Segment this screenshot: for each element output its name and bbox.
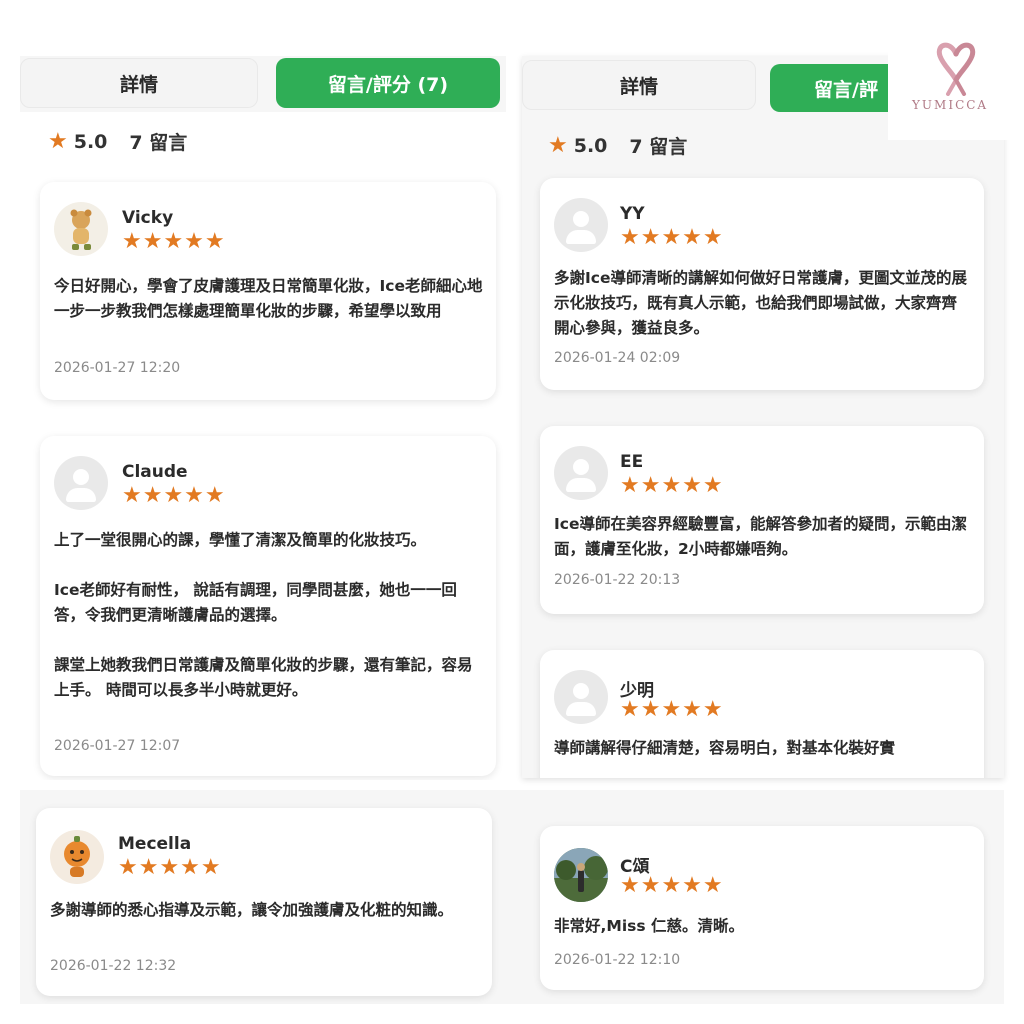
logo-text: YUMICCA bbox=[912, 98, 989, 112]
star-rating: ★★★★★ bbox=[620, 697, 724, 722]
brand-logo: YUMICCA bbox=[888, 32, 1024, 140]
review-date: 2026-01-27 12:07 bbox=[54, 738, 181, 754]
rating-value: 5.0 bbox=[573, 134, 608, 157]
review-date: 2026-01-24 02:09 bbox=[554, 350, 681, 366]
reviewer-name: Vicky bbox=[122, 208, 174, 228]
review-text: Ice導師在美容界經驗豐富，能解答參加者的疑問，示範由潔面，護膚至化妝，2小時都… bbox=[554, 515, 967, 558]
review-date: 2026-01-22 12:32 bbox=[50, 958, 177, 974]
avatar bbox=[50, 830, 104, 884]
reviewer-name: Mecella bbox=[118, 834, 192, 854]
avatar bbox=[554, 670, 608, 724]
star-icon: ★ bbox=[48, 129, 68, 154]
review-date: 2026-01-22 20:13 bbox=[554, 572, 681, 588]
avatar bbox=[554, 198, 608, 252]
tab-bar: 詳情 留言/評分 (7) bbox=[20, 56, 506, 110]
reviewer-name: Claude bbox=[122, 462, 188, 482]
review-date: 2026-01-22 12:10 bbox=[554, 952, 681, 968]
right-review-panel: 詳情 留言/評 ★ 5.0 7 留言 YY ★★★★★ 多謝Ice導師清晰的講解… bbox=[522, 56, 1004, 778]
avatar bbox=[54, 456, 108, 510]
review-card: C頌 ★★★★★ 非常好,Miss 仁慈。清晰。 2026-01-22 12:1… bbox=[540, 826, 984, 990]
avatar bbox=[554, 848, 608, 902]
review-card: Vicky ★★★★★ 今日好開心，學會了皮膚護理及日常簡單化妝，Ice老師細心… bbox=[40, 182, 496, 400]
review-text: 上了一堂很開心的課，學懂了清潔及簡單的化妝技巧。 Ice老師好有耐性， 說話有調… bbox=[54, 531, 473, 699]
rating-summary: ★ 5.0 7 留言 bbox=[48, 128, 187, 155]
star-rating: ★★★★★ bbox=[620, 873, 724, 898]
review-date: 2026-01-27 12:20 bbox=[54, 360, 181, 376]
reviewer-name: YY bbox=[620, 204, 645, 224]
review-text: 非常好,Miss 仁慈。清晰。 bbox=[554, 917, 744, 935]
nature-photo-icon bbox=[554, 848, 608, 902]
star-rating: ★★★★★ bbox=[122, 229, 226, 254]
bear-figure-icon bbox=[70, 209, 92, 250]
avatar bbox=[554, 446, 608, 500]
avatar bbox=[54, 202, 108, 256]
heart-ribbon-icon bbox=[936, 42, 976, 96]
orange-figure-icon bbox=[64, 836, 90, 877]
review-text: 多謝導師的悉心指導及示範，讓令加強護膚及化粧的知識。 bbox=[50, 901, 454, 919]
review-card: Claude ★★★★★ 上了一堂很開心的課，學懂了清潔及簡單的化妝技巧。 Ic… bbox=[40, 436, 496, 776]
review-card: Mecella ★★★★★ 多謝導師的悉心指導及示範，讓令加強護膚及化粧的知識。… bbox=[36, 808, 492, 996]
review-text: 多謝Ice導師清晰的講解如何做好日常護膚，更圖文並茂的展示化妝技巧，既有真人示範… bbox=[554, 269, 967, 337]
review-count: 7 留言 bbox=[129, 132, 188, 154]
star-rating: ★★★★★ bbox=[620, 473, 724, 498]
rating-summary: ★ 5.0 7 留言 bbox=[548, 132, 687, 159]
review-card: 少明 ★★★★★ 導師講解得仔細清楚，容易明白，對基本化裝好實 bbox=[540, 650, 984, 778]
reviewer-name: EE bbox=[620, 452, 644, 472]
star-rating: ★★★★★ bbox=[122, 483, 226, 508]
rating-value: 5.0 bbox=[73, 130, 108, 153]
right-review-panel-bottom: C頌 ★★★★★ 非常好,Miss 仁慈。清晰。 2026-01-22 12:1… bbox=[502, 790, 1004, 1004]
tab-reviews[interactable]: 留言/評分 (7) bbox=[276, 58, 500, 108]
left-review-panel-bottom: Mecella ★★★★★ 多謝導師的悉心指導及示範，讓令加強護膚及化粧的知識。… bbox=[20, 790, 504, 1004]
star-rating: ★★★★★ bbox=[118, 855, 222, 880]
star-icon: ★ bbox=[548, 133, 568, 158]
tab-details[interactable]: 詳情 bbox=[522, 60, 756, 110]
tab-details[interactable]: 詳情 bbox=[20, 58, 258, 108]
review-card: EE ★★★★★ Ice導師在美容界經驗豐富，能解答參加者的疑問，示範由潔面，護… bbox=[540, 426, 984, 614]
review-count: 7 留言 bbox=[629, 136, 688, 158]
star-rating: ★★★★★ bbox=[620, 225, 724, 250]
review-card: YY ★★★★★ 多謝Ice導師清晰的講解如何做好日常護膚，更圖文並茂的展示化妝… bbox=[540, 178, 984, 390]
review-text: 今日好開心，學會了皮膚護理及日常簡單化妝，Ice老師細心地一步一步教我們怎樣處理… bbox=[54, 277, 483, 320]
review-text: 導師講解得仔細清楚，容易明白，對基本化裝好實 bbox=[554, 739, 896, 757]
left-review-panel: 詳情 留言/評分 (7) ★ 5.0 7 留言 Vicky ★★★★★ 今日好開… bbox=[20, 56, 506, 780]
